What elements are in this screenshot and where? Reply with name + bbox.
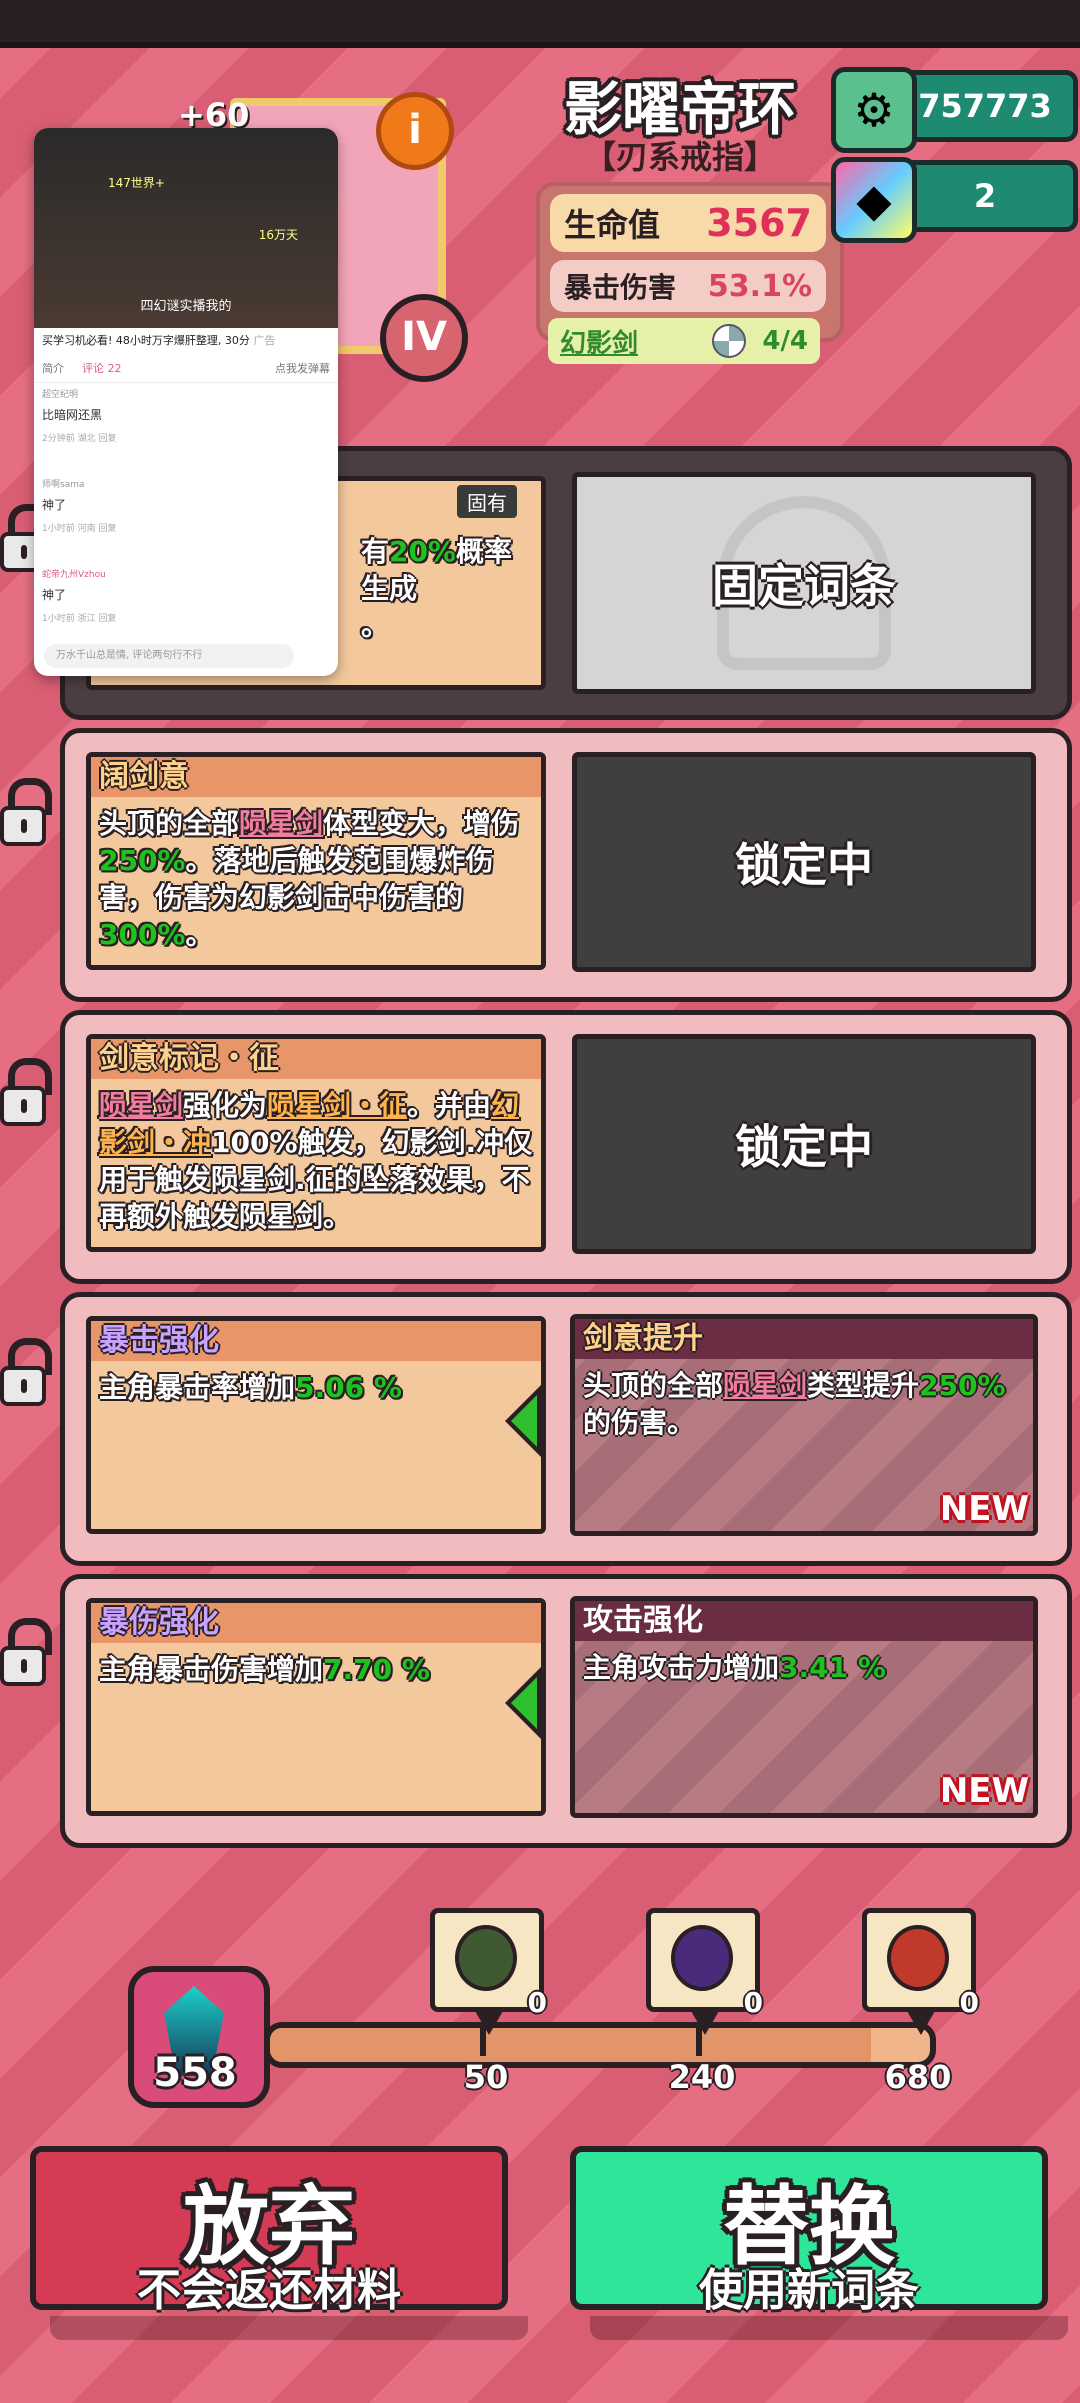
- tab-comments[interactable]: 评论 22: [82, 360, 122, 378]
- affix-title: 攻击强化: [575, 1601, 1033, 1641]
- lock-icon[interactable]: [0, 1058, 52, 1128]
- affix-card: 阔剑意 头顶的全部陨星剑体型变大，增伤250%。落地后触发范围爆炸伤害，伤害为幻…: [86, 752, 546, 970]
- lock-icon[interactable]: [0, 1338, 52, 1408]
- swirl-icon: [712, 324, 747, 358]
- fixed-affix-slot: 固定词条: [572, 472, 1036, 694]
- video-player[interactable]: 147世界+ 16万天 四幻谜实播我的: [34, 128, 338, 328]
- stat-crit-value: 53.1%: [707, 268, 812, 304]
- video-tabs: 简介 评论 22 点我发弹幕: [34, 356, 338, 383]
- stat-hp-label: 生命值: [564, 206, 661, 244]
- button-shadow: [590, 2316, 1068, 2340]
- stat-crit-label: 暴击伤害: [564, 271, 677, 304]
- milestone-reward[interactable]: 0: [430, 1908, 547, 2035]
- floating-video-window[interactable]: 147世界+ 16万天 四幻谜实播我的 买学习机必看! 48小时万字爆肝整理, …: [34, 128, 338, 676]
- locked-slot: 锁定中: [572, 1034, 1036, 1254]
- info-button[interactable]: i: [376, 92, 454, 170]
- affix-desc: 主角暴击伤害增加7.70 %: [99, 1653, 430, 1686]
- weapon-bar[interactable]: 幻影剑 4/4: [548, 318, 820, 364]
- stat-hp-value: 3567: [706, 201, 812, 245]
- milestone-reward[interactable]: 0: [862, 1908, 979, 2035]
- gear-resource[interactable]: ⚙ 757773: [831, 67, 1078, 153]
- crystal-icon: ◆: [831, 157, 917, 243]
- affix-title: 剑意提升: [575, 1319, 1033, 1359]
- comment-item: 超空纪明 比暗网还黑 2分钟前 湖北 回复: [42, 390, 117, 444]
- new-tag: NEW: [939, 1771, 1029, 1811]
- gem-icon: [455, 1925, 517, 1991]
- material-progress-bar: [264, 2022, 936, 2068]
- fixed-tag: 固有: [457, 485, 517, 518]
- star-gem-icon: [887, 1925, 949, 1991]
- new-tag: NEW: [939, 1489, 1029, 1529]
- locked-slot: 锁定中: [572, 752, 1036, 972]
- level-badge: IV: [380, 294, 468, 382]
- discard-button[interactable]: 放弃 不会返还材料: [30, 2146, 508, 2316]
- comment-input[interactable]: 万水千山总是情, 评论两句行不行: [44, 644, 294, 668]
- crystal-resource[interactable]: ◆ 2: [831, 157, 1078, 243]
- comment-item: 蛇帝九州Vzhou 神了 1小时前 浙江 回复: [42, 570, 117, 624]
- crystal-material-count: 558: [153, 2050, 237, 2096]
- stat-crit: 暴击伤害 53.1%: [550, 260, 826, 312]
- affix-desc: 头顶的全部陨星剑体型变大，增伤250%。落地后触发范围爆炸伤害，伤害为幻影剑击中…: [99, 807, 520, 951]
- affix-desc: 头顶的全部陨星剑类型提升250%的伤害。: [583, 1369, 1006, 1439]
- milestone-label: 240: [668, 2058, 736, 2096]
- lock-icon[interactable]: [0, 778, 52, 848]
- milestone-reward[interactable]: 0: [646, 1908, 763, 2035]
- item-subtitle: 【刃系戒指】: [583, 138, 776, 176]
- gear-count: 757773: [918, 87, 1052, 125]
- affix-desc: 陨星剑强化为陨星剑・征。并由幻影剑・冲100%触发，幻影剑.冲仅用于触发陨星剑.…: [99, 1089, 533, 1233]
- new-affix-card[interactable]: 剑意提升 头顶的全部陨星剑类型提升250%的伤害。 NEW: [570, 1314, 1038, 1536]
- progress-fill: [270, 2028, 871, 2062]
- comment-item: 师啊sama 神了 1小时前 河南 回复: [42, 480, 117, 534]
- new-affix-card[interactable]: 攻击强化 主角攻击力增加3.41 % NEW: [570, 1596, 1038, 1818]
- weapon-count: 4/4: [762, 326, 808, 356]
- ad-banner[interactable]: 买学习机必看! 48小时万字爆肝整理, 30分 广告: [34, 328, 338, 356]
- danmaku-button[interactable]: 点我发弹幕: [275, 360, 330, 378]
- tab-intro[interactable]: 简介: [42, 360, 64, 378]
- affix-title: 暴伤强化: [91, 1603, 541, 1643]
- affix-title: 剑意标记・征: [91, 1039, 541, 1079]
- gem-icon: [671, 1925, 733, 1991]
- affix-card: 剑意标记・征 陨星剑强化为陨星剑・征。并由幻影剑・冲100%触发，幻影剑.冲仅用…: [86, 1034, 546, 1252]
- affix-desc: 主角攻击力增加3.41 %: [583, 1651, 886, 1684]
- milestone-label: 680: [884, 2058, 952, 2096]
- top-status-strip: [0, 0, 1080, 48]
- weapon-name: 幻影剑: [560, 328, 639, 359]
- affix-card[interactable]: 暴伤强化 主角暴击伤害增加7.70 %: [86, 1598, 546, 1816]
- lock-icon[interactable]: [0, 1618, 52, 1688]
- milestone-label: 50: [463, 2058, 509, 2096]
- affix-title: 阔剑意: [91, 757, 541, 797]
- button-shadow: [50, 2316, 528, 2340]
- affix-title: 暴击强化: [91, 1321, 541, 1361]
- affix-card[interactable]: 暴击强化 主角暴击率增加5.06 %: [86, 1316, 546, 1534]
- gear-icon: ⚙: [831, 67, 917, 153]
- stat-hp: 生命值 3567: [550, 194, 826, 252]
- affix-desc: 主角暴击率增加5.06 %: [99, 1371, 402, 1404]
- crystal-count: 2: [973, 177, 997, 215]
- replace-button[interactable]: 替换 使用新词条: [570, 2146, 1048, 2316]
